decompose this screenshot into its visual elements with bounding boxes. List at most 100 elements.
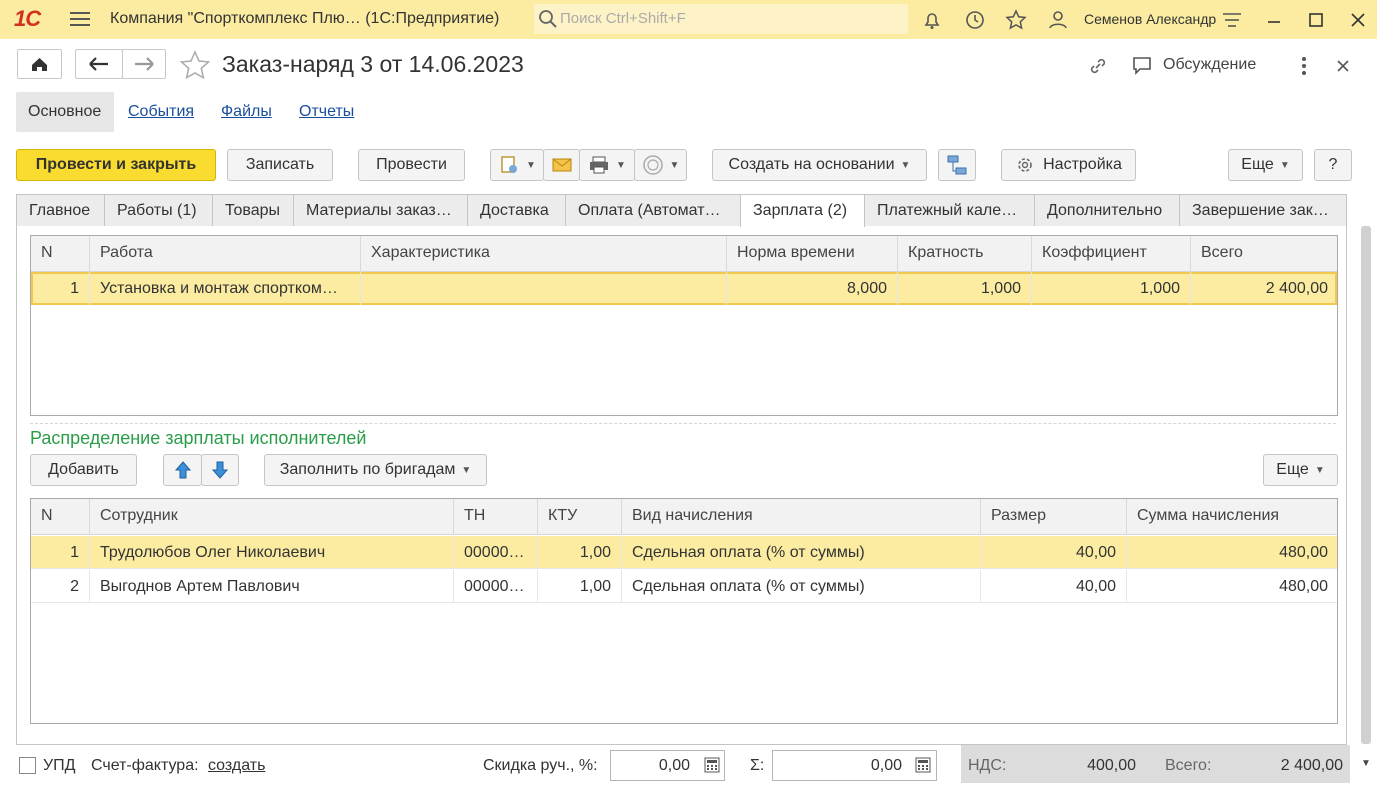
envelope-icon xyxy=(552,158,571,172)
cell-accrual-type: Сдельная оплата (% от суммы) xyxy=(622,536,981,569)
col-header-characteristic[interactable]: Характеристика xyxy=(361,236,727,272)
col-header-multiplicity[interactable]: Кратность xyxy=(898,236,1032,272)
move-up-button[interactable] xyxy=(163,454,202,486)
tab-materials[interactable]: Материалы заказ… xyxy=(293,194,468,226)
tab-works[interactable]: Работы (1) xyxy=(104,194,213,226)
cell-accrual-sum: 480,00 xyxy=(1279,544,1328,561)
col-header-size[interactable]: Размер xyxy=(981,499,1127,535)
post-button[interactable]: Провести xyxy=(358,149,465,181)
tab-general[interactable]: Главное xyxy=(16,194,105,226)
tab-additional[interactable]: Дополнительно xyxy=(1034,194,1180,226)
signature-button[interactable]: ▼ xyxy=(634,149,687,181)
tab-salary[interactable]: Зарплата (2) xyxy=(740,194,865,227)
app-logo: 1С xyxy=(14,6,41,31)
settings-menu-icon[interactable] xyxy=(1220,8,1244,32)
forward-button[interactable] xyxy=(122,49,166,79)
vertical-scrollbar[interactable] xyxy=(1361,226,1371,744)
home-icon xyxy=(32,58,47,71)
nav-tab-reports[interactable]: Отчеты xyxy=(299,103,354,121)
distribution-title: Распределение зарплаты исполнителей xyxy=(30,428,367,448)
table-row[interactable]: 1 Установка и монтаж спортком… 8,000 1,0… xyxy=(31,272,1337,305)
cell-n: 2 xyxy=(31,570,90,603)
distribution-more-label: Еще xyxy=(1276,461,1309,478)
works-table[interactable]: N Работа Характеристика Норма времени Кр… xyxy=(30,235,1338,416)
bell-icon[interactable] xyxy=(920,8,944,32)
col-header-ktu[interactable]: КТУ xyxy=(538,499,622,535)
col-header-employee[interactable]: Сотрудник xyxy=(90,499,454,535)
minimize-icon[interactable] xyxy=(1262,8,1286,32)
cell-time-norm: 8,000 xyxy=(727,272,898,305)
nav-tab-events[interactable]: События xyxy=(128,103,194,121)
settings-button[interactable]: Настройка xyxy=(1001,149,1136,181)
favorite-star-icon[interactable] xyxy=(179,50,211,80)
tab-completion[interactable]: Завершение зак… xyxy=(1179,194,1347,226)
back-button[interactable] xyxy=(75,49,123,79)
gear-icon xyxy=(1018,158,1032,172)
col-header-n[interactable]: N xyxy=(31,499,90,535)
help-button[interactable]: ? xyxy=(1314,149,1352,181)
print-button[interactable]: ▼ xyxy=(579,149,635,181)
distribution-table[interactable]: N Сотрудник ТН КТУ Вид начисления Размер… xyxy=(30,498,1338,724)
fill-by-teams-label: Заполнить по бригадам xyxy=(279,461,456,478)
close-form-icon[interactable] xyxy=(1332,55,1354,77)
discussion-icon[interactable] xyxy=(1131,54,1155,78)
table-row[interactable]: 1 Трудолюбов Олег Николаевич 00000… 1,00… xyxy=(31,536,1337,569)
tab-payment[interactable]: Оплата (Автомат… xyxy=(565,194,741,226)
more-vertical-icon[interactable] xyxy=(1294,54,1314,78)
user-name[interactable]: Семенов Александр xyxy=(1084,11,1216,27)
col-header-n[interactable]: N xyxy=(31,236,90,272)
tab-payment-calendar[interactable]: Платежный кале… xyxy=(864,194,1035,226)
structure-button[interactable] xyxy=(938,149,976,181)
col-header-work[interactable]: Работа xyxy=(90,236,361,272)
col-header-coefficient[interactable]: Коэффициент xyxy=(1032,236,1191,272)
nav-tab-files[interactable]: Файлы xyxy=(221,103,272,121)
section-divider xyxy=(30,423,1336,424)
cell-multiplicity: 1,000 xyxy=(898,272,1032,305)
calculator-icon[interactable] xyxy=(704,757,720,773)
fill-by-teams-button[interactable]: Заполнить по бригадам ▼ xyxy=(264,454,487,486)
discussion-button[interactable]: Обсуждение xyxy=(1163,56,1256,74)
attach-file-button[interactable]: ▼ xyxy=(490,149,544,181)
distribution-more-button[interactable]: Еще ▼ xyxy=(1263,454,1338,486)
cell-ktu: 1,00 xyxy=(538,570,622,603)
scroll-down-icon[interactable]: ▼ xyxy=(1361,758,1371,769)
table-row[interactable]: 2 Выгоднов Артем Павлович 00000… 1,00 Сд… xyxy=(31,570,1337,603)
cell-n: 1 xyxy=(31,536,90,569)
star-icon[interactable] xyxy=(1004,8,1028,32)
col-header-accrual-type[interactable]: Вид начисления xyxy=(622,499,981,535)
maximize-icon[interactable] xyxy=(1304,8,1328,32)
email-button[interactable] xyxy=(543,149,580,181)
document-attach-icon xyxy=(501,156,518,173)
tab-goods[interactable]: Товары xyxy=(212,194,294,226)
invoice-create-link[interactable]: создать xyxy=(208,757,265,775)
col-header-time-norm[interactable]: Норма времени xyxy=(727,236,898,272)
sum-input[interactable]: 0,00 xyxy=(772,750,937,781)
col-header-tn[interactable]: ТН xyxy=(454,499,538,535)
history-icon[interactable] xyxy=(963,8,987,32)
calculator-icon[interactable] xyxy=(915,757,931,773)
save-button[interactable]: Записать xyxy=(227,149,333,181)
add-button[interactable]: Добавить xyxy=(30,454,137,486)
search-placeholder: Поиск Ctrl+Shift+F xyxy=(560,10,686,27)
cell-coefficient: 1,000 xyxy=(1032,272,1191,305)
search-icon xyxy=(539,10,557,28)
menu-icon[interactable] xyxy=(70,9,90,29)
col-header-accrual-sum[interactable]: Сумма начисления xyxy=(1127,499,1338,535)
create-based-on-button[interactable]: Создать на основании ▼ xyxy=(712,149,927,181)
distribution-table-header: N Сотрудник ТН КТУ Вид начисления Размер… xyxy=(31,499,1337,535)
nav-tab-main[interactable]: Основное xyxy=(28,103,101,121)
home-button[interactable] xyxy=(17,49,62,79)
user-icon[interactable] xyxy=(1046,8,1070,32)
col-header-total[interactable]: Всего xyxy=(1191,236,1338,272)
link-icon[interactable] xyxy=(1086,54,1110,78)
works-table-header: N Работа Характеристика Норма времени Кр… xyxy=(31,236,1337,272)
post-and-close-button[interactable]: Провести и закрыть xyxy=(16,149,216,181)
cell-n: 1 xyxy=(31,272,90,305)
more-button[interactable]: Еще ▼ xyxy=(1228,149,1303,181)
hierarchy-icon xyxy=(947,155,967,175)
move-down-button[interactable] xyxy=(201,454,239,486)
upd-checkbox[interactable] xyxy=(19,757,36,774)
tab-delivery[interactable]: Доставка xyxy=(467,194,566,226)
close-window-icon[interactable] xyxy=(1346,8,1370,32)
arrow-down-icon xyxy=(211,461,229,479)
